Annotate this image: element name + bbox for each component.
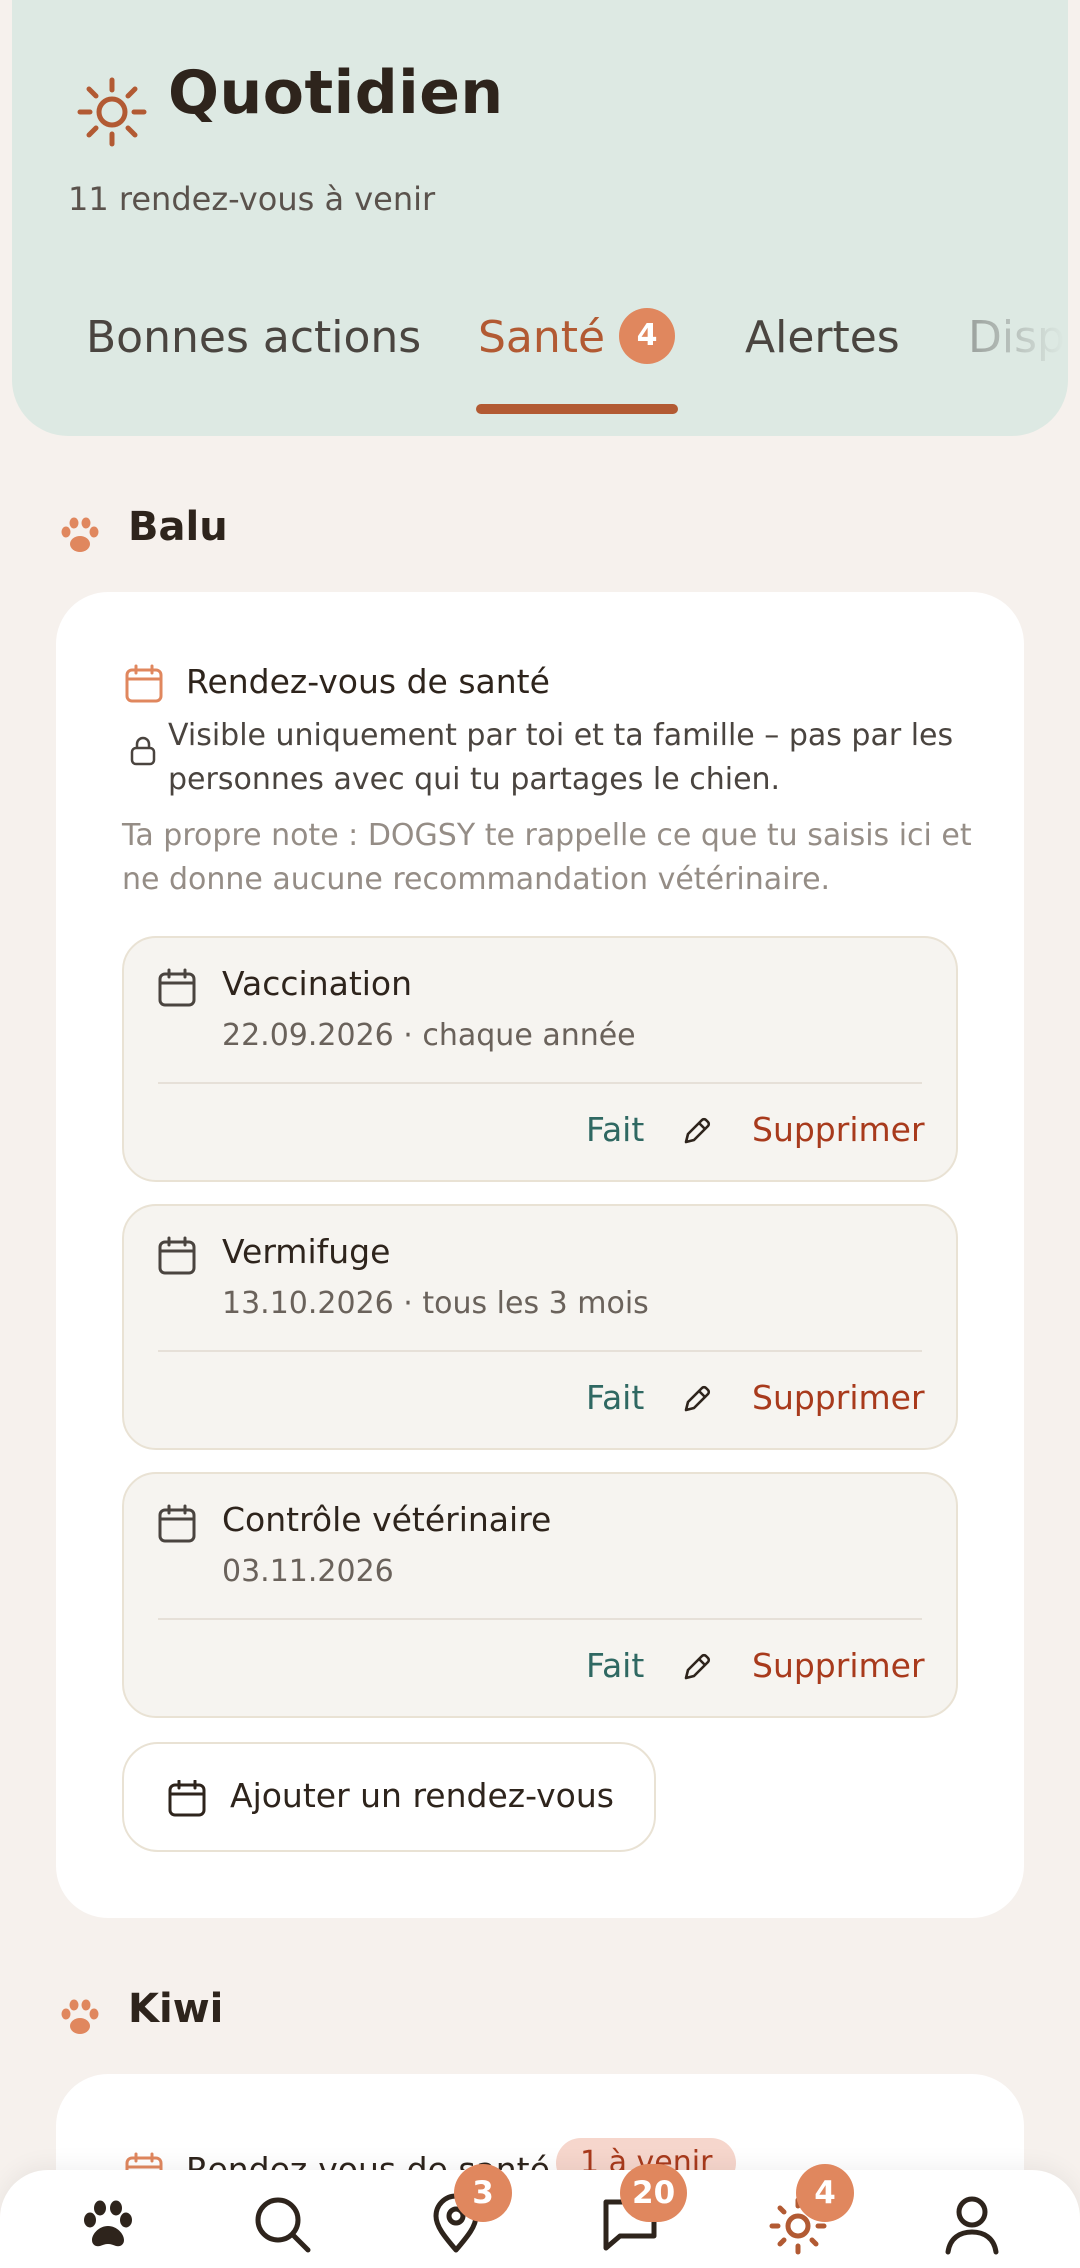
tab-sante[interactable]: Santé 4: [478, 308, 676, 368]
sun-icon: [77, 77, 147, 147]
nav-paw[interactable]: [76, 2192, 140, 2256]
search-icon: [255, 2197, 311, 2253]
bottom-nav: 3 20 4: [0, 2164, 1080, 2268]
add-appointment-label: Ajouter un rendez-vous: [230, 1776, 614, 1815]
tab-label: Bonnes actions: [86, 312, 422, 363]
appointment-item: Vaccination 22.09.2026 · chaque année Fa…: [122, 936, 958, 1182]
nav-badge: 3: [454, 2164, 512, 2222]
dog-name: Balu: [128, 504, 228, 550]
calendar-icon: [125, 664, 163, 703]
nav-profile[interactable]: [940, 2192, 1004, 2256]
divider: [158, 1350, 922, 1352]
pencil-icon[interactable]: [680, 1382, 714, 1416]
done-button[interactable]: Fait: [586, 1378, 644, 1417]
lock-icon: [130, 736, 156, 766]
tab-bar: Bonnes actions Santé 4 Alertes Disp: [12, 300, 1068, 420]
appointment-name: Contrôle vétérinaire: [222, 1500, 552, 1539]
dog-name: Kiwi: [128, 1986, 224, 2032]
appointment-item: Vermifuge 13.10.2026 · tous les 3 mois F…: [122, 1204, 958, 1450]
appointment-date: 03.11.2026: [222, 1554, 394, 1589]
tab-label: Disp: [968, 312, 1065, 363]
calendar-icon: [158, 1236, 196, 1275]
pencil-icon[interactable]: [680, 1650, 714, 1684]
calendar-icon: [158, 968, 196, 1007]
tab-bonnes-actions[interactable]: Bonnes actions: [86, 312, 421, 363]
add-appointment-button[interactable]: Ajouter un rendez-vous: [122, 1742, 656, 1852]
appointment-name: Vaccination: [222, 964, 413, 1003]
tab-badge: 4: [619, 308, 676, 364]
nav-map[interactable]: 3: [424, 2164, 512, 2256]
tab-label: Alertes: [745, 312, 900, 363]
tab-disp[interactable]: Disp: [968, 312, 1065, 363]
paw-icon: [84, 2200, 132, 2247]
tab-label: Santé: [478, 312, 606, 363]
appointment-item: Contrôle vétérinaire 03.11.2026 Fait Sup…: [122, 1472, 958, 1718]
nav-badge: 4: [796, 2164, 854, 2222]
nav-search[interactable]: [250, 2192, 314, 2256]
nav-daily[interactable]: 4: [766, 2164, 854, 2256]
paw-icon: [61, 1999, 99, 2034]
tab-alertes[interactable]: Alertes: [745, 312, 900, 363]
card-title: Rendez-vous de santé: [186, 662, 550, 701]
divider: [158, 1082, 922, 1084]
user-icon: [945, 2196, 999, 2255]
done-button[interactable]: Fait: [586, 1646, 644, 1685]
active-tab-indicator: [476, 404, 678, 414]
page-title: Quotidien: [168, 58, 504, 128]
delete-button[interactable]: Supprimer: [752, 1110, 925, 1149]
appointment-date: 13.10.2026 · tous les 3 mois: [222, 1286, 649, 1321]
calendar-icon: [168, 1780, 206, 1817]
privacy-text: Visible uniquement par toi et ta famille…: [168, 718, 954, 797]
appointment-date: 22.09.2026 · chaque année: [222, 1018, 636, 1053]
disclaimer-note: Ta propre note : DOGSY te rappelle ce qu…: [122, 818, 972, 897]
pencil-icon[interactable]: [680, 1114, 714, 1148]
delete-button[interactable]: Supprimer: [752, 1646, 925, 1685]
calendar-icon: [158, 1504, 196, 1543]
nav-badge: 20: [620, 2164, 688, 2222]
divider: [158, 1618, 922, 1620]
page-subtitle: 11 rendez-vous à venir: [68, 180, 436, 218]
paw-icon: [61, 517, 99, 552]
nav-chat[interactable]: 20: [598, 2164, 688, 2256]
appointment-name: Vermifuge: [222, 1232, 391, 1271]
delete-button[interactable]: Supprimer: [752, 1378, 925, 1417]
health-card: Rendez-vous de santé Visible uniquement …: [56, 592, 1024, 1918]
done-button[interactable]: Fait: [586, 1110, 644, 1149]
header: Quotidien 11 rendez-vous à venir Bonnes …: [12, 0, 1068, 436]
